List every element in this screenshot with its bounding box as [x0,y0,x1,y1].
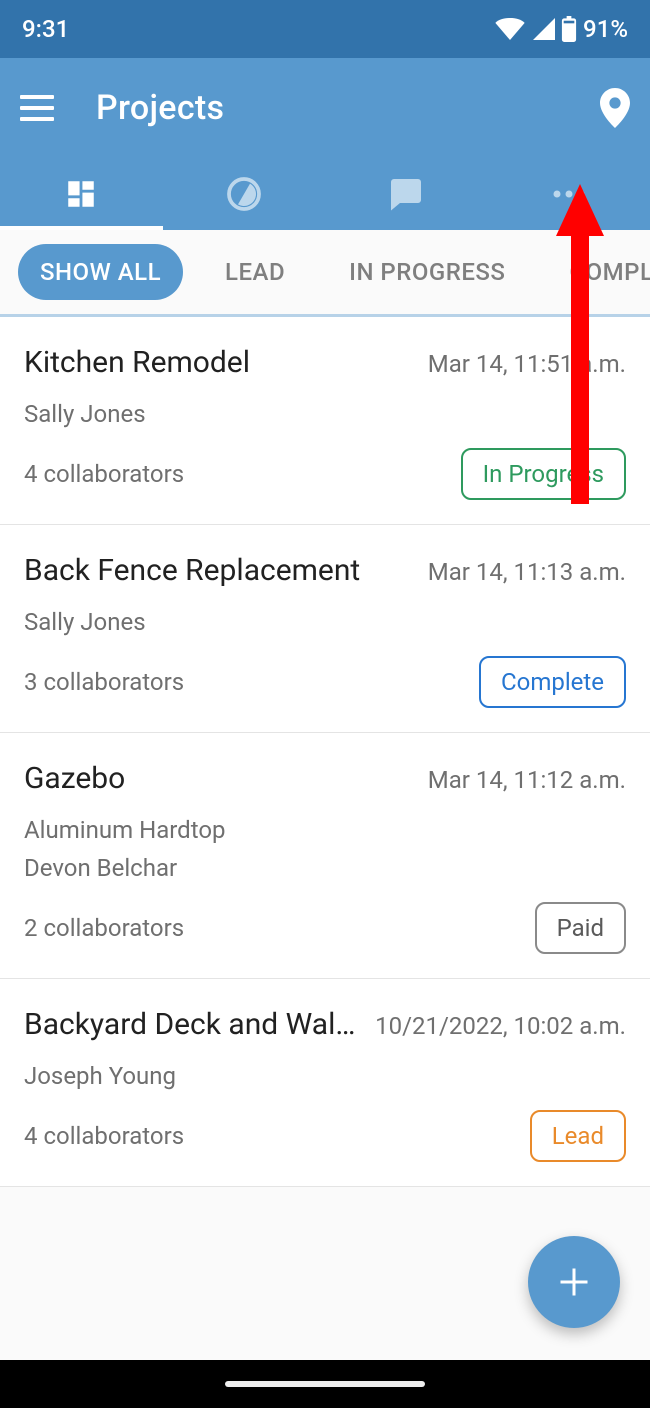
filter-lead[interactable]: LEAD [203,244,307,300]
chat-icon [388,176,424,212]
project-card[interactable]: Backyard Deck and Walk… 10/21/2022, 10:02… [0,979,650,1187]
dashboard-icon [64,177,98,211]
project-collaborators: 2 collaborators [24,914,184,942]
project-subtitle: Sally Jones [24,608,626,636]
tab-more[interactable] [488,158,650,230]
wifi-icon [495,18,525,40]
project-title: Gazebo [24,761,414,796]
project-title: Kitchen Remodel [24,345,414,380]
location-button[interactable] [600,88,630,128]
project-card[interactable]: Gazebo Mar 14, 11:12 a.m. Aluminum Hardtop… [0,733,650,979]
filter-complete[interactable]: COMPLETE [547,244,650,300]
menu-button[interactable] [20,88,60,128]
tab-messages[interactable] [325,158,488,230]
project-collaborators: 4 collaborators [24,1122,184,1150]
plus-icon [556,1264,592,1300]
project-status-badge: In Progress [461,448,626,500]
project-status-badge: Lead [530,1110,626,1162]
app-bar: Projects [0,58,650,158]
project-subtitle: Joseph Young [24,1062,626,1090]
project-status-badge: Complete [479,656,626,708]
project-date: 10/21/2022, 10:02 a.m. [375,1012,626,1040]
battery-icon [561,16,577,42]
project-card[interactable]: Kitchen Remodel Mar 14, 11:51 a.m. Sally J… [0,317,650,525]
project-subtitle: Sally Jones [24,400,626,428]
add-project-button[interactable] [528,1236,620,1328]
phone-frame: 9:31 91% Projects [0,0,650,1408]
project-card[interactable]: Back Fence Replacement Mar 14, 11:13 a.m.… [0,525,650,733]
status-time: 9:31 [22,15,69,43]
battery-percent: 91% [583,15,628,43]
nav-handle[interactable] [225,1381,425,1387]
project-status-badge: Paid [535,902,626,954]
project-date: Mar 14, 11:13 a.m. [428,558,626,586]
project-date: Mar 14, 11:51 a.m. [428,350,626,378]
filter-in-progress[interactable]: IN PROGRESS [327,244,527,300]
tab-dashboard[interactable] [0,158,163,230]
status-bar: 9:31 91% [0,0,650,58]
filter-bar: SHOW ALL LEAD IN PROGRESS COMPLETE PAID [0,230,650,317]
tab-progress[interactable] [163,158,326,230]
project-list[interactable]: Kitchen Remodel Mar 14, 11:51 a.m. Sally J… [0,317,650,1360]
signal-icon [531,18,555,40]
project-title: Backyard Deck and Walk… [24,1007,361,1042]
project-subtitle: Aluminum Hardtop [24,816,626,844]
project-date: Mar 14, 11:12 a.m. [428,766,626,794]
project-collaborators: 4 collaborators [24,460,184,488]
project-collaborators: 3 collaborators [24,668,184,696]
more-icon [551,189,587,199]
progress-icon [226,176,262,212]
filter-show-all[interactable]: SHOW ALL [18,244,183,300]
project-title: Back Fence Replacement [24,553,414,588]
tab-indicator [0,226,163,230]
tabs-row [0,158,650,230]
project-subtitle: Devon Belchar [24,854,626,882]
status-icons: 91% [495,15,628,43]
page-title: Projects [96,88,600,128]
system-nav-bar [0,1360,650,1408]
